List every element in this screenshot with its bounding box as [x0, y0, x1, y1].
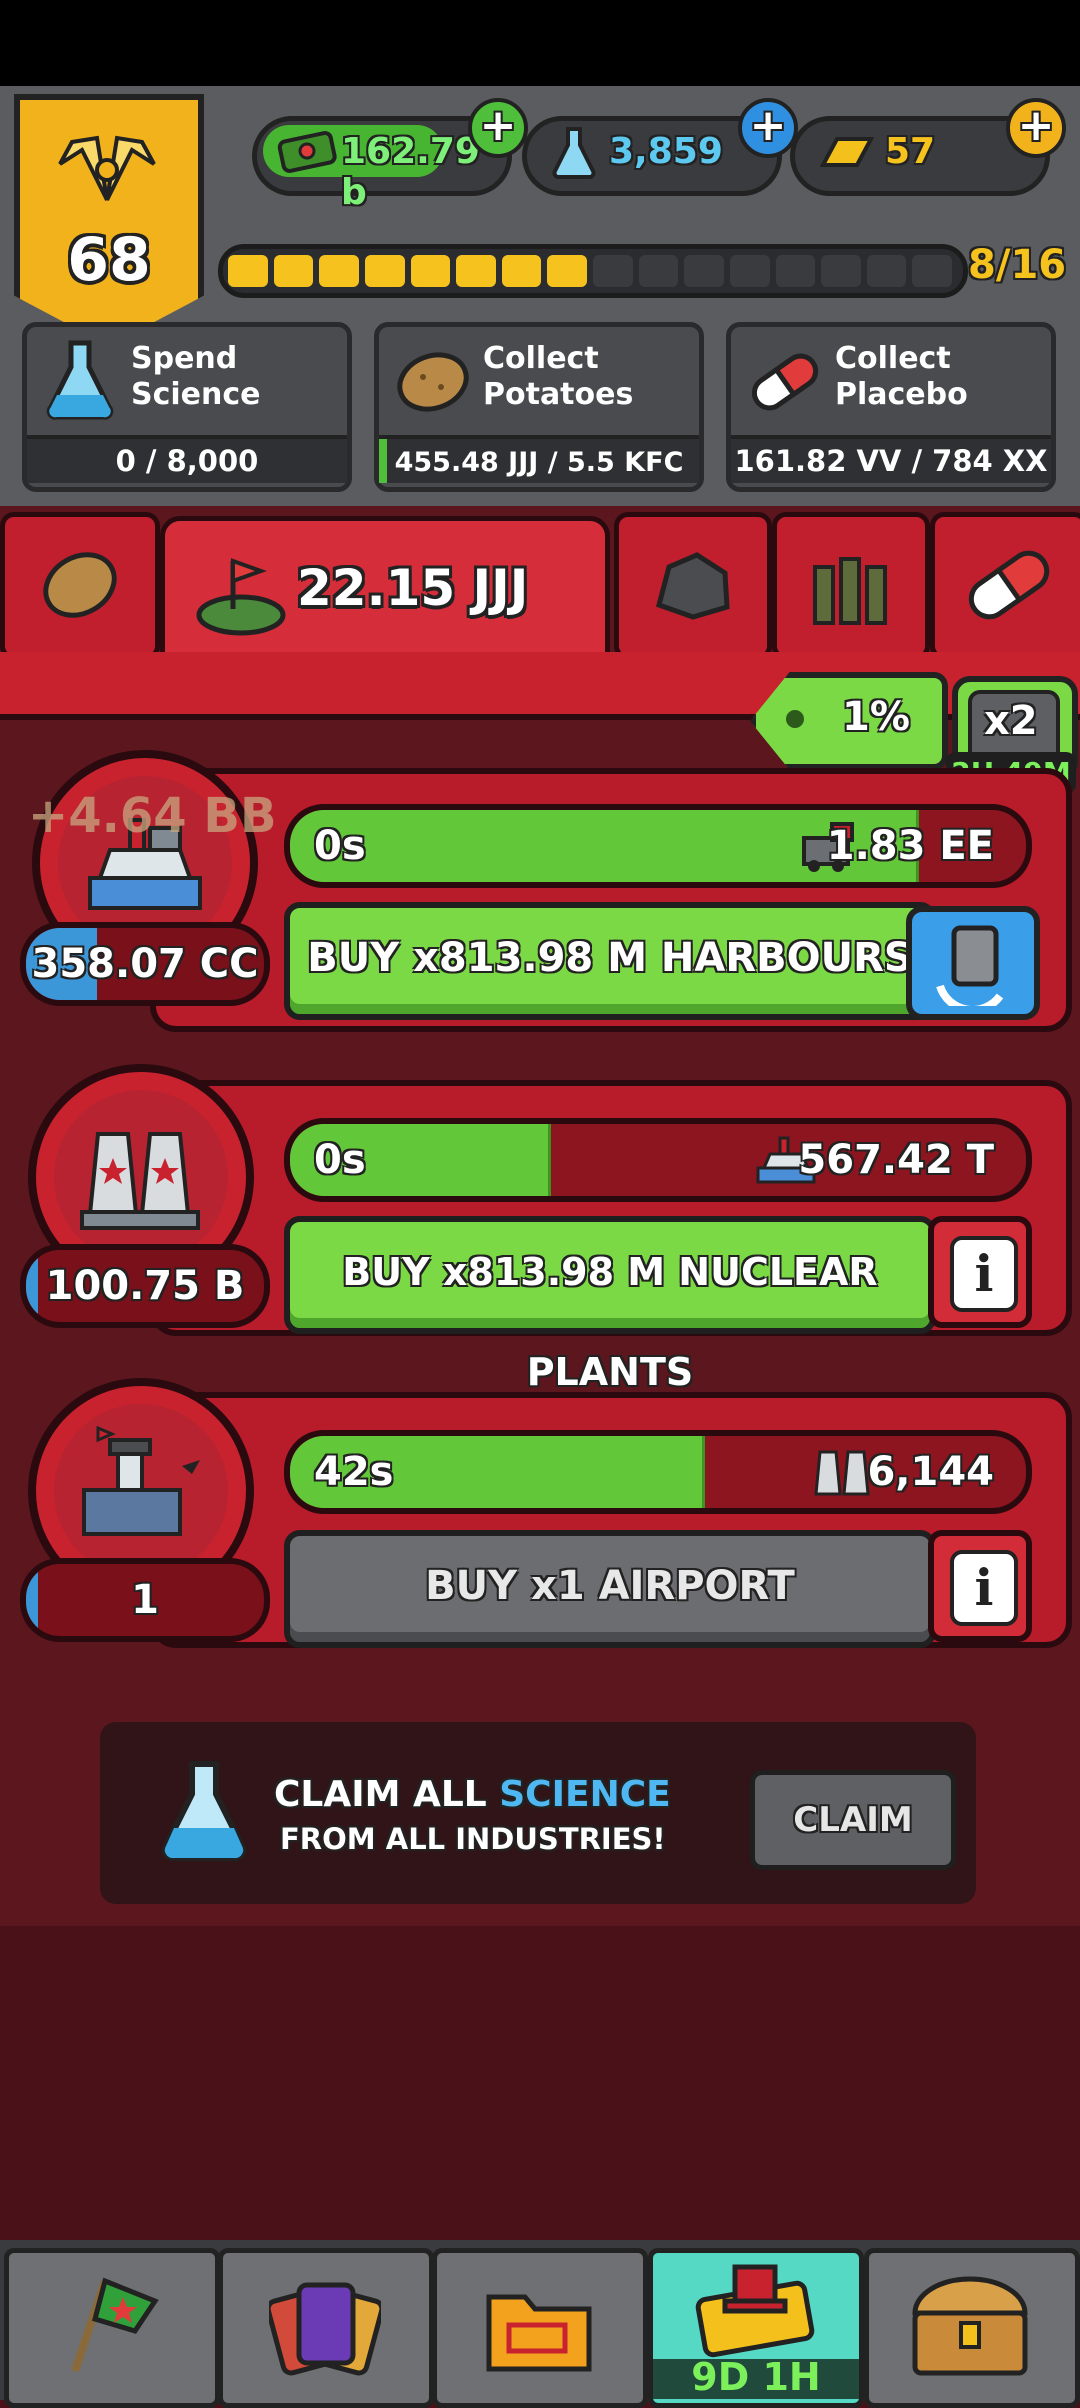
xp-segment — [821, 255, 861, 287]
claim-button[interactable]: CLAIM — [750, 1770, 956, 1870]
flask-icon — [46, 340, 114, 420]
nuclear-plant-icon — [80, 1132, 200, 1230]
tab-placebo[interactable] — [930, 512, 1080, 660]
airport-count: 1 — [20, 1558, 270, 1642]
swap-button[interactable] — [906, 906, 1040, 1020]
xp-segment — [228, 255, 268, 287]
xp-segment — [684, 255, 724, 287]
xp-segment — [273, 255, 314, 287]
flag-star-icon — [71, 2277, 159, 2373]
folder-icon — [486, 2294, 592, 2372]
airport-production-bar: 42s 6,144 — [284, 1430, 1032, 1514]
card-title: Collect Potatoes — [483, 341, 634, 412]
nav-folder[interactable] — [432, 2248, 648, 2408]
xp-segment — [501, 255, 542, 287]
card-progress: 161.82 VV / 784 XX — [731, 435, 1051, 483]
production-time: 0s — [314, 823, 366, 869]
production-time: 0s — [314, 1137, 366, 1183]
production-amount: 567.42 T — [798, 1137, 994, 1183]
xp-segments — [226, 249, 956, 293]
info-icon: i — [950, 1236, 1018, 1312]
nav-cards[interactable] — [218, 2248, 434, 2408]
tag-hole — [786, 710, 804, 728]
ammo-tab-icon — [813, 557, 887, 625]
cards-icon — [269, 2282, 381, 2376]
xp-segment — [547, 255, 587, 287]
science-flask-large-icon — [161, 1761, 247, 1862]
treasure-chest-icon — [912, 2276, 1028, 2376]
plus-icon: + — [479, 100, 517, 151]
add-gold-button[interactable]: + — [1006, 98, 1066, 158]
xp-segment — [912, 255, 952, 287]
pill-icon — [751, 353, 819, 411]
xp-segment — [456, 255, 496, 287]
plus-icon: + — [749, 100, 787, 151]
claim-title: CLAIM ALL SCIENCE — [274, 1774, 671, 1815]
xp-count: 8/16 — [968, 242, 1067, 288]
buy-harbours-button[interactable]: BUY x813.98 M HARBOURS — [284, 902, 936, 1020]
spend-science-card[interactable]: Spend Science 0 / 8,000 — [22, 322, 352, 492]
tab-ore[interactable] — [614, 512, 772, 660]
income-floating-text: +4.64 BB — [28, 788, 277, 844]
add-science-button[interactable]: + — [738, 98, 798, 158]
collect-potatoes-card[interactable]: Collect Potatoes 455.48 JJJ / 5.5 KFC — [374, 322, 704, 492]
info-icon: i — [950, 1550, 1018, 1626]
harbour-count: 358.07 CC — [20, 922, 270, 1006]
nav-event[interactable]: 9D 1H — [648, 2248, 864, 2408]
collect-placebo-card[interactable]: Collect Placebo 161.82 VV / 784 XX — [726, 322, 1056, 492]
airport-info-button[interactable]: i — [928, 1530, 1032, 1642]
placebo-tab-icon — [968, 550, 1050, 620]
boost-percent: 1% — [842, 694, 910, 740]
airport-icon — [82, 1426, 200, 1536]
production-amount: 6,144 — [867, 1449, 994, 1495]
event-ticket-icon — [695, 2264, 815, 2358]
gold-bar-icon — [819, 137, 875, 167]
xp-segment — [866, 255, 907, 287]
cash-icon — [277, 131, 337, 173]
nuclear-plant-info-button[interactable]: i — [928, 1216, 1032, 1328]
buy-airport-button[interactable]: BUY x1 AIRPORT — [284, 1530, 936, 1648]
xp-segment — [319, 255, 359, 287]
harbour-production-bar: 0s 1.83 EE — [284, 804, 1032, 888]
card-progress: 455.48 JJJ / 5.5 KFC — [379, 435, 699, 483]
status-bar — [0, 0, 1080, 86]
buy-nuclear-plants-button[interactable]: BUY x813.98 M NUCLEAR PLANTS — [284, 1216, 936, 1394]
nav-industries[interactable] — [4, 2248, 220, 2408]
production-time: 42s — [314, 1449, 394, 1495]
nav-chest[interactable] — [864, 2248, 1080, 2408]
claim-subtitle: FROM ALL INDUSTRIES! — [280, 1822, 666, 1856]
land-flag-tab-icon — [196, 558, 286, 636]
boost-percent-tag[interactable]: 1% — [750, 672, 948, 770]
wings-emblem-icon — [58, 135, 156, 201]
event-timer: 9D 1H — [691, 2355, 821, 2399]
swap-icon — [936, 925, 1004, 1006]
production-amount: 1.83 EE — [826, 823, 994, 869]
tab-ammo[interactable] — [772, 512, 930, 660]
tab-potato[interactable] — [0, 512, 160, 660]
science-value: 3,859 — [609, 131, 723, 172]
add-cash-button[interactable]: + — [468, 98, 528, 158]
xp-segment — [775, 255, 816, 287]
xp-segment — [364, 255, 405, 287]
x2-label: x2 — [984, 698, 1038, 744]
plus-icon: + — [1017, 100, 1055, 151]
active-tab-value: 22.15 JJJ — [297, 559, 529, 617]
card-progress-fill — [379, 439, 387, 483]
gold-value: 57 — [885, 131, 936, 172]
nuclear-plant-production-bar: 0s 567.42 T — [284, 1118, 1032, 1202]
player-level: 68 — [67, 225, 151, 295]
nuclear-plant-count: 100.75 B — [20, 1244, 270, 1328]
xp-segment — [729, 255, 770, 287]
card-title: Spend Science — [131, 341, 261, 412]
science-flask-icon — [552, 127, 596, 179]
card-progress: 0 / 8,000 — [27, 435, 347, 483]
ore-tab-icon — [655, 552, 730, 620]
nuclear-plant-small-icon — [814, 1450, 870, 1496]
potato-icon — [397, 352, 469, 412]
xp-segment — [410, 255, 451, 287]
xp-segment — [593, 255, 633, 287]
card-title: Collect Placebo — [835, 341, 968, 412]
potato-tab-icon — [43, 552, 117, 618]
xp-segment — [638, 255, 679, 287]
